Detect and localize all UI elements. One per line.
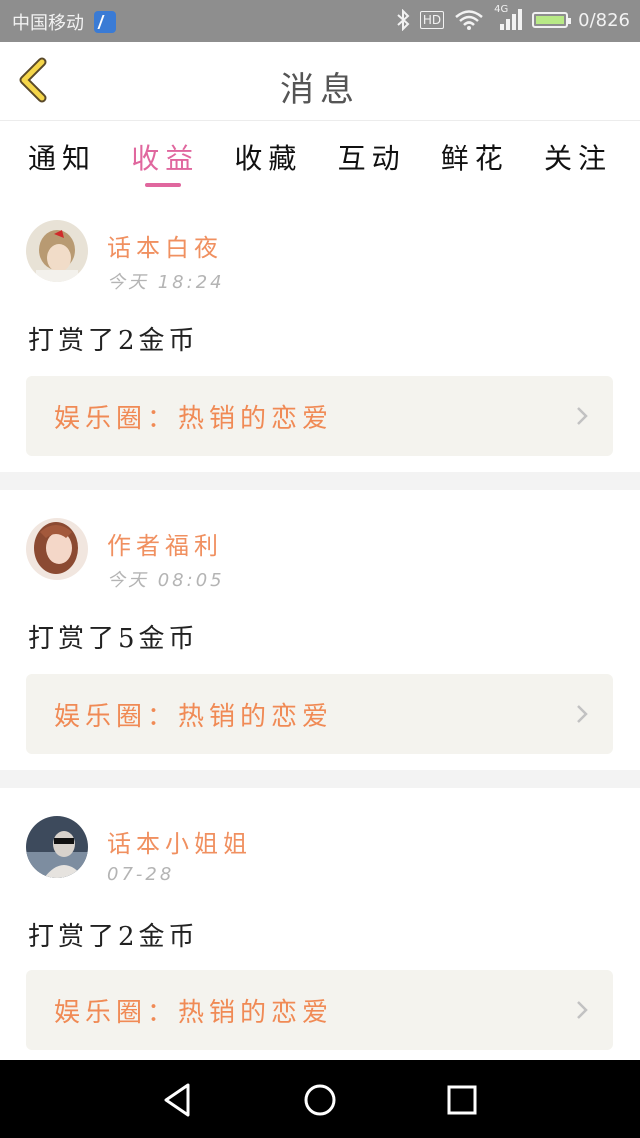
avatar[interactable] — [26, 816, 88, 878]
message-text: 打赏了2金币 — [28, 326, 199, 356]
battery-icon — [532, 12, 572, 28]
tab-interactions[interactable]: 互动 — [338, 121, 406, 191]
triangle-back-icon — [164, 1083, 190, 1117]
hd-badge: HD — [419, 11, 445, 29]
circle-home-icon — [304, 1084, 336, 1116]
chevron-right-icon — [577, 705, 588, 723]
system-nav-bar — [0, 1060, 640, 1138]
square-recents-icon — [447, 1085, 477, 1115]
tab-notifications[interactable]: 通知 — [28, 121, 96, 191]
chevron-right-icon — [577, 407, 588, 425]
tab-flowers[interactable]: 鲜花 — [441, 121, 509, 191]
work-link-label: 娱乐圈：热销的恋爱 — [54, 702, 334, 732]
username[interactable]: 话本小姐姐 — [107, 824, 252, 859]
message-text: 打赏了5金币 — [28, 624, 199, 654]
wifi-icon — [455, 10, 483, 30]
work-link-label: 娱乐圈：热销的恋爱 — [54, 998, 334, 1028]
work-link-label: 娱乐圈：热销的恋爱 — [54, 404, 334, 434]
message-card: 作者福利 今天 08:05 打赏了5金币 娱乐圈：热销的恋爱 — [0, 490, 640, 770]
timestamp: 07-28 — [107, 864, 175, 885]
page-title: 消息 — [280, 70, 360, 110]
carrier-label: 中国移动 — [12, 13, 84, 34]
tab-favorites[interactable]: 收藏 — [234, 121, 302, 191]
message-text: 打赏了2金币 — [28, 922, 199, 952]
tab-follows[interactable]: 关注 — [544, 121, 612, 191]
username[interactable]: 话本白夜 — [107, 228, 223, 263]
nav-back-button[interactable] — [158, 1080, 198, 1120]
tab-earnings[interactable]: 收益 — [131, 121, 199, 191]
bluetooth-icon — [397, 9, 410, 31]
network-speed: 0/826 — [578, 9, 630, 31]
work-link[interactable]: 娱乐圈：热销的恋爱 — [26, 970, 613, 1050]
nav-home-button[interactable] — [300, 1080, 340, 1120]
divider — [0, 472, 640, 490]
header: 消息 — [0, 42, 640, 121]
avatar[interactable] — [26, 220, 88, 282]
signal-icon: 4G — [494, 4, 523, 32]
message-card: 话本白夜 今天 18:24 打赏了2金币 娱乐圈：热销的恋爱 — [0, 192, 640, 472]
avatar[interactable] — [26, 518, 88, 580]
work-link[interactable]: 娱乐圈：热销的恋爱 — [26, 674, 613, 754]
chevron-right-icon — [577, 1001, 588, 1019]
status-bar: 中国移动 HD 4G 0/826 — [0, 0, 640, 42]
message-card: 话本小姐姐 07-28 打赏了2金币 娱乐圈：热销的恋爱 — [0, 788, 640, 1060]
timestamp: 今天 08:05 — [107, 570, 225, 591]
timestamp: 今天 18:24 — [107, 272, 225, 293]
divider — [0, 770, 640, 788]
app-notification-icon — [94, 11, 116, 33]
username[interactable]: 作者福利 — [107, 526, 223, 561]
tab-bar: 通知 收益 收藏 互动 鲜花 关注 — [0, 121, 640, 191]
nav-recents-button[interactable] — [442, 1080, 482, 1120]
work-link[interactable]: 娱乐圈：热销的恋爱 — [26, 376, 613, 456]
